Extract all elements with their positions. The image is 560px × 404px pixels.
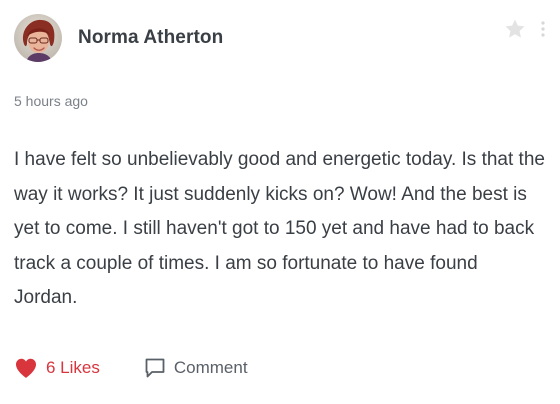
more-options-button[interactable]	[538, 18, 548, 44]
more-vertical-icon	[541, 21, 545, 37]
author-name[interactable]: Norma Atherton	[78, 27, 223, 49]
post-body: I have felt so unbelievably good and ene…	[14, 149, 545, 308]
post-header: Norma Atherton	[14, 14, 223, 62]
likes-count: 6 Likes	[46, 358, 100, 377]
favorite-button[interactable]	[502, 16, 528, 42]
avatar-image	[14, 14, 62, 62]
star-icon	[505, 19, 525, 38]
comment-label: Comment	[173, 358, 248, 377]
post-card: Norma Atherton 5 hours ago I have felt s…	[0, 0, 560, 404]
like-button[interactable]: 6 Likes	[14, 357, 100, 379]
comment-button[interactable]: Comment	[144, 357, 248, 379]
avatar[interactable]	[14, 14, 62, 62]
post-actions: 6 Likes Comment	[14, 354, 248, 382]
post-timestamp: 5 hours ago	[14, 93, 88, 109]
comment-icon	[145, 358, 165, 378]
heart-icon	[16, 358, 36, 378]
